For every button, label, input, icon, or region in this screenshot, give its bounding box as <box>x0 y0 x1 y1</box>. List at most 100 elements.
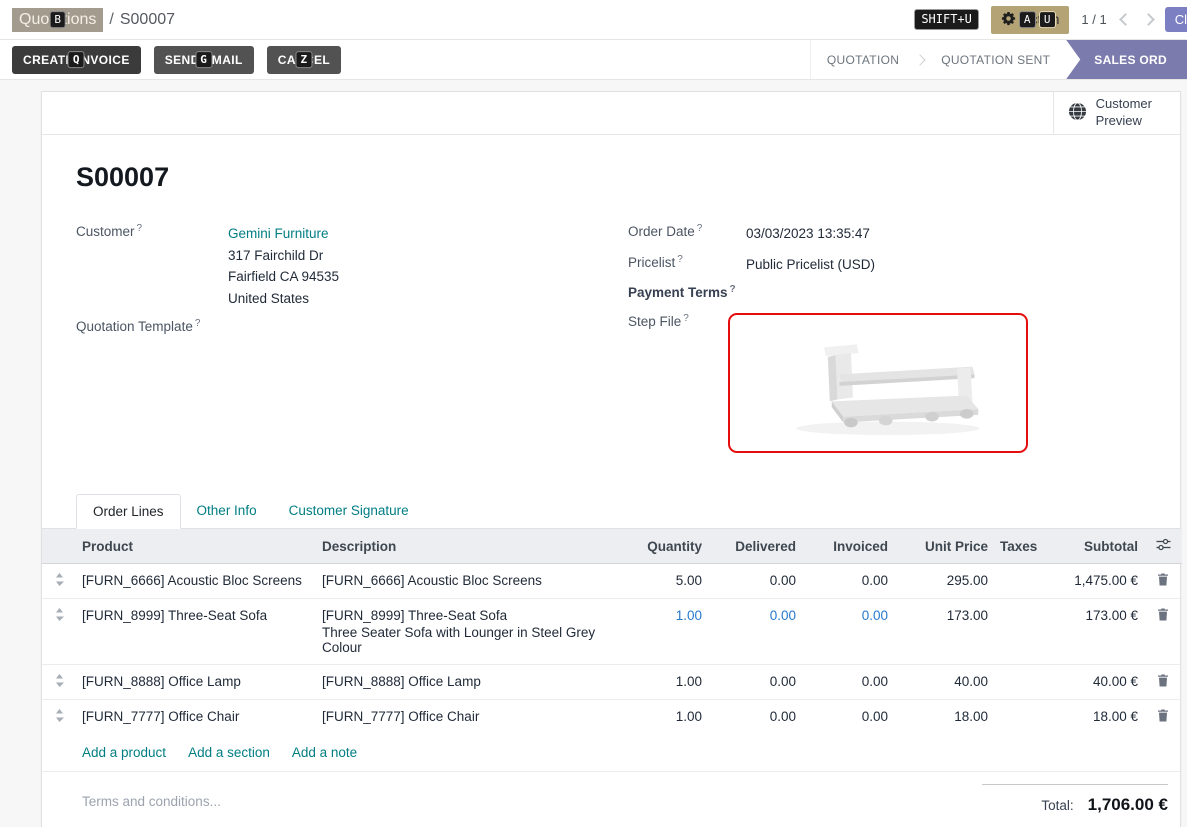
tab-customer-signature[interactable]: Customer Signature <box>273 494 425 528</box>
pager-next-icon[interactable] <box>1142 13 1155 26</box>
cell-delivered[interactable]: 0.00 <box>708 564 802 599</box>
status-quotation[interactable]: QUOTATION <box>811 40 915 79</box>
terms-and-conditions-input[interactable]: Terms and conditions... <box>82 794 221 809</box>
cell-delivered[interactable]: 0.00 <box>708 599 802 665</box>
add-a-note-link[interactable]: Add a note <box>292 745 357 760</box>
status-quotation-sent[interactable]: QUOTATION SENT <box>925 40 1066 79</box>
delete-row-icon[interactable] <box>1157 709 1169 725</box>
pricelist-label: Pricelist? <box>628 254 746 270</box>
quotation-template-label: Quotation Template? <box>76 318 228 334</box>
help-icon: ? <box>683 313 689 324</box>
cell-quantity[interactable]: 1.00 <box>616 599 708 665</box>
cell-description[interactable]: [FURN_7777] Office Chair <box>316 700 616 735</box>
pricelist-value[interactable]: Public Pricelist (USD) <box>746 254 875 276</box>
total-value: 1,706.00 € <box>1088 795 1168 815</box>
handle-column-header <box>42 529 76 564</box>
cell-description[interactable]: [FURN_8999] Three-Seat Sofa Three Seater… <box>316 599 616 665</box>
cell-product[interactable]: [FURN_8999] Three-Seat Sofa <box>76 599 316 665</box>
delete-row-icon[interactable] <box>1157 573 1169 589</box>
cell-unit-price[interactable]: 173.00 <box>894 599 994 665</box>
invoiced-column-header: Invoiced <box>802 529 894 564</box>
add-a-product-link[interactable]: Add a product <box>82 745 166 760</box>
status-sales-order[interactable]: SALES ORD <box>1066 40 1187 79</box>
control-panel: CREATE INVOICE Q SEND EMAIL G CANCEL Z Q… <box>0 40 1187 80</box>
field-grid: Customer? Gemini Furniture 317 Fairchild… <box>76 223 1146 462</box>
shortcut-badge-g: G <box>195 51 212 69</box>
form-sheet: Customer Preview S00007 Customer? Gemini… <box>41 91 1181 827</box>
customer-address-line2: Fairfield CA 94535 <box>228 266 339 288</box>
help-icon: ? <box>677 254 683 265</box>
shortcut-badge-shift-u: SHIFT+U <box>914 9 979 30</box>
create-invoice-button[interactable]: CREATE INVOICE Q <box>12 46 141 74</box>
close-button[interactable]: Cl <box>1165 7 1187 32</box>
cell-product[interactable]: [FURN_8888] Office Lamp <box>76 665 316 700</box>
breadcrumb: Quotations B / S00007 <box>12 8 175 32</box>
customer-link[interactable]: Gemini Furniture <box>228 226 329 241</box>
cell-unit-price[interactable]: 18.00 <box>894 700 994 735</box>
table-row: [FURN_6666] Acoustic Bloc Screens [FURN_… <box>42 564 1182 599</box>
cell-delivered[interactable]: 0.00 <box>708 665 802 700</box>
cell-description[interactable]: [FURN_8888] Office Lamp <box>316 665 616 700</box>
cell-invoiced[interactable]: 0.00 <box>802 665 894 700</box>
cell-product[interactable]: [FURN_6666] Acoustic Bloc Screens <box>76 564 316 599</box>
pager-counter: 1 / 1 <box>1081 12 1106 27</box>
drag-handle-icon[interactable] <box>55 674 64 690</box>
cell-taxes[interactable] <box>994 564 1040 599</box>
help-icon: ? <box>137 223 143 234</box>
table-row: [FURN_8999] Three-Seat Sofa [FURN_8999] … <box>42 599 1182 665</box>
shortcut-badge-q: Q <box>68 51 85 69</box>
add-a-section-link[interactable]: Add a section <box>188 745 270 760</box>
cell-unit-price[interactable]: 295.00 <box>894 564 994 599</box>
cell-taxes[interactable] <box>994 599 1040 665</box>
delete-row-icon[interactable] <box>1157 674 1169 690</box>
step-file-3d-render <box>743 320 1013 446</box>
tab-other-info[interactable]: Other Info <box>181 494 273 528</box>
action-menu-button[interactable]: Action A U <box>991 6 1070 34</box>
table-row: [FURN_8888] Office Lamp [FURN_8888] Offi… <box>42 665 1182 700</box>
cell-quantity[interactable]: 1.00 <box>616 700 708 735</box>
order-date-value[interactable]: 03/03/2023 13:35:47 <box>746 223 870 245</box>
taxes-column-header: Taxes <box>994 529 1040 564</box>
cell-product[interactable]: [FURN_7777] Office Chair <box>76 700 316 735</box>
help-icon: ? <box>730 284 736 295</box>
cell-unit-price[interactable]: 40.00 <box>894 665 994 700</box>
cell-quantity[interactable]: 5.00 <box>616 564 708 599</box>
column-options-icon <box>1156 538 1171 551</box>
delete-row-icon[interactable] <box>1157 608 1169 624</box>
drag-handle-icon[interactable] <box>55 573 64 589</box>
fields-left-column: Customer? Gemini Furniture 317 Fairchild… <box>76 223 588 462</box>
cell-invoiced[interactable]: 0.00 <box>802 599 894 665</box>
step-file-image[interactable] <box>728 313 1028 453</box>
tab-order-lines[interactable]: Order Lines <box>76 494 181 529</box>
cell-invoiced[interactable]: 0.00 <box>802 564 894 599</box>
cell-invoiced[interactable]: 0.00 <box>802 700 894 735</box>
delivered-column-header: Delivered <box>708 529 802 564</box>
quotation-template-field: Quotation Template? <box>76 318 588 334</box>
table-header-row: Product Description Quantity Delivered I… <box>42 529 1182 564</box>
pager-previous-icon[interactable] <box>1119 13 1132 26</box>
cell-description[interactable]: [FURN_6666] Acoustic Bloc Screens <box>316 564 616 599</box>
cell-delivered[interactable]: 0.00 <box>708 700 802 735</box>
cancel-button[interactable]: CANCEL Z <box>267 46 341 74</box>
cell-quantity[interactable]: 1.00 <box>616 665 708 700</box>
document-title: S00007 <box>76 162 1146 193</box>
shortcut-badge-a: A <box>1019 11 1036 29</box>
drag-handle-icon[interactable] <box>55 608 64 624</box>
order-date-field: Order Date? 03/03/2023 13:35:47 <box>628 223 1146 245</box>
customer-field-label: Customer? <box>76 223 228 239</box>
table-footer-links: Add a product Add a section Add a note <box>42 734 1180 772</box>
optional-columns-button[interactable] <box>1144 529 1182 564</box>
cell-subtotal: 40.00 € <box>1040 665 1144 700</box>
topbar-right-tools: SHIFT+U Action A U 1 / 1 Cl <box>914 6 1177 34</box>
status-separator-icon <box>915 54 926 65</box>
description-column-header: Description <box>316 529 616 564</box>
send-email-button[interactable]: SEND EMAIL G <box>154 46 254 74</box>
cell-taxes[interactable] <box>994 665 1040 700</box>
drag-handle-icon[interactable] <box>55 709 64 725</box>
cell-taxes[interactable] <box>994 700 1040 735</box>
help-icon: ? <box>195 318 201 329</box>
customer-preview-button[interactable]: Customer Preview <box>1053 92 1180 134</box>
breadcrumb-quotations-link[interactable]: Quotations B <box>12 8 103 32</box>
customer-address-line1: 317 Fairchild Dr <box>228 245 339 267</box>
order-date-label: Order Date? <box>628 223 746 239</box>
